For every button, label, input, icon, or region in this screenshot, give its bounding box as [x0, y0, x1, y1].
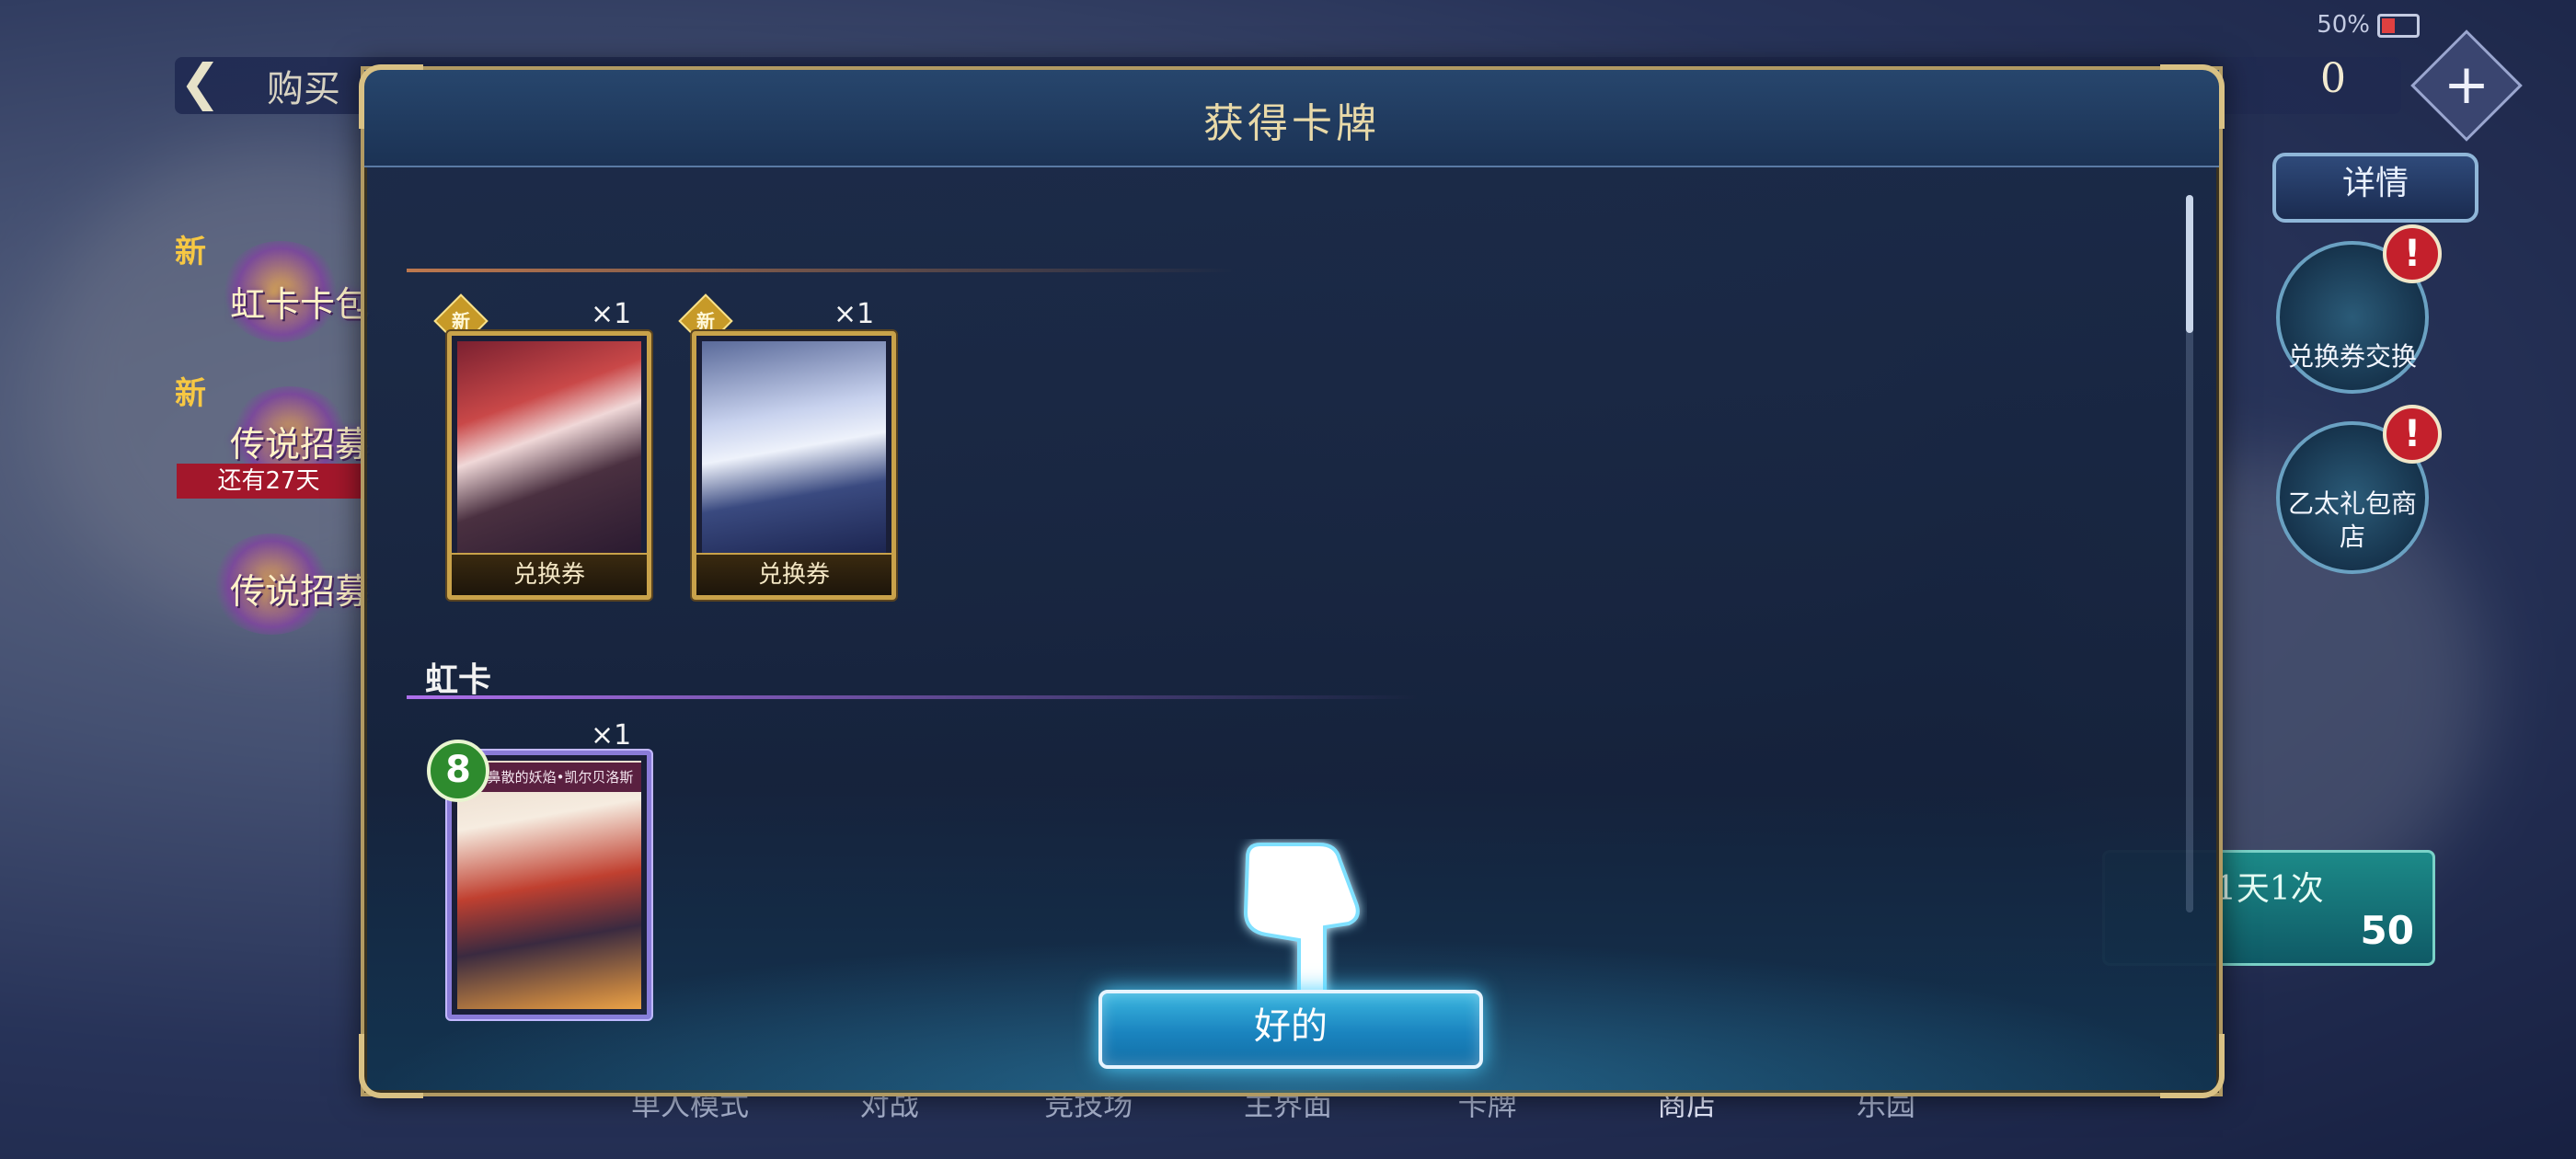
dialog-title: 获得卡牌 — [1203, 100, 1380, 147]
page-title: 购买 — [267, 68, 340, 110]
price-amount: 50 — [2360, 908, 2414, 953]
currency-value: 0 — [2320, 55, 2346, 102]
frame-corner — [359, 64, 423, 129]
card-item[interactable]: 兑换券 — [447, 331, 651, 600]
card-quantity: ×1 — [591, 298, 632, 330]
card-art — [457, 341, 641, 555]
card-quantity: ×1 — [591, 719, 632, 752]
frame-corner — [2160, 64, 2225, 129]
card-plate: 兑换券 — [696, 553, 891, 595]
detail-button[interactable]: 详情 — [2272, 153, 2478, 223]
battery-icon — [2377, 13, 2420, 38]
plus-icon: + — [2443, 52, 2490, 117]
back-arrow-icon[interactable]: ❮ — [179, 55, 244, 110]
card-plate: 兑换券 — [452, 553, 647, 595]
ok-button[interactable]: 好的 — [1098, 990, 1483, 1069]
card-name: 鼻散的妖焰•凯尔贝洛斯 — [479, 763, 641, 792]
card-art — [702, 341, 886, 555]
daily-limit-label: 1天1次 — [2215, 870, 2324, 908]
section-divider — [407, 269, 1235, 272]
card-quantity: ×1 — [834, 298, 875, 330]
section-divider — [407, 695, 1419, 699]
voucher-exchange-label: 兑换券交换 — [2287, 341, 2417, 372]
side-item-legend-recruit[interactable]: 传说招募 — [230, 416, 370, 466]
battery-percent: 50% — [2317, 11, 2370, 39]
card-item[interactable]: 兑换券 — [692, 331, 896, 600]
new-tag: 新 — [175, 375, 206, 412]
obtain-cards-dialog: 获得卡牌 新 ×1 兑换券 新 ×1 兑换券 虹卡 ×1 鼻散的妖焰•凯尔贝洛斯… — [359, 64, 2225, 1098]
section-label-rainbow: 虹卡 — [425, 660, 492, 699]
ether-shop-label: 乙太礼包商店 — [2287, 488, 2417, 552]
dialog-header: 获得卡牌 — [364, 70, 2219, 167]
side-item-legend-recruit-2[interactable]: 传说招募 — [230, 563, 370, 614]
new-tag: 新 — [175, 234, 206, 270]
battery-status: 50% — [2317, 11, 2420, 39]
scroll-thumb[interactable] — [2186, 195, 2193, 333]
card-cost: 8 — [427, 740, 489, 802]
days-left-banner: 还有27天 — [177, 464, 361, 499]
alert-icon: ! — [2383, 224, 2442, 283]
scrollbar[interactable] — [2186, 195, 2193, 912]
alert-icon: ! — [2383, 405, 2442, 464]
side-item-rainbow-pack[interactable]: 虹卡卡包 — [230, 276, 370, 327]
